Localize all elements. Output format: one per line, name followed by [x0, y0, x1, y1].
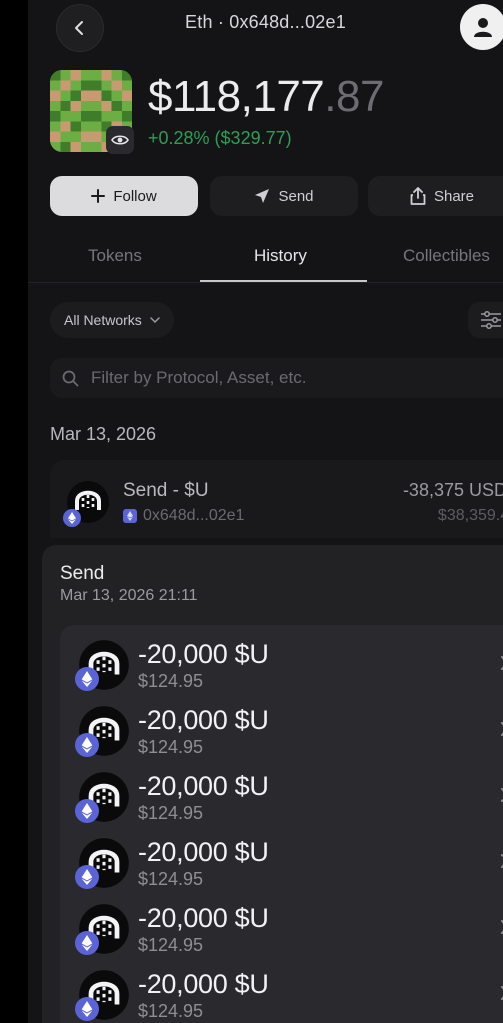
wallet-avatar: [50, 70, 134, 154]
share-icon: [410, 187, 426, 205]
chevron-down-icon: [150, 316, 160, 323]
network-filter-dropdown[interactable]: All Networks: [50, 302, 174, 338]
transaction-address-row: 0x648d...02e1: [123, 507, 244, 525]
transfer-usd-value: $124.95: [138, 671, 204, 691]
transfer-row[interactable]: -20,000 $U $124.95: [60, 691, 503, 757]
detail-datetime: Mar 13, 2026 21:11: [60, 587, 198, 604]
follow-label: Follow: [113, 187, 157, 205]
transfer-amount: -20,000 $U: [138, 837, 269, 867]
tab-collectibles[interactable]: Collectibles: [403, 246, 490, 266]
watch-badge: [106, 126, 134, 154]
token-icon: [75, 837, 130, 889]
tab-history[interactable]: History: [254, 246, 307, 266]
history-date-header: Mar 13, 2026: [50, 424, 157, 444]
transfer-amount: -20,000 $U: [138, 969, 269, 999]
ethereum-badge-icon: [75, 733, 99, 757]
profile-button[interactable]: [460, 4, 503, 50]
transfer-amount: -20,000 $U: [138, 903, 269, 933]
user-icon: [474, 18, 492, 37]
transfer-amount: -20,000 $U: [138, 705, 269, 735]
balance-main: $118,177: [148, 72, 325, 121]
ethereum-badge-icon: [75, 667, 99, 691]
detail-title: Send: [60, 563, 105, 584]
search-icon: [62, 370, 79, 386]
transfer-usd-value: $124.95: [138, 803, 204, 823]
transfer-amount: -20,000 $U: [138, 771, 269, 801]
transfer-usd-value: $124.95: [138, 1001, 204, 1021]
transfer-usd-value: $124.95: [138, 935, 204, 955]
transfer-row[interactable]: -20,000 $U $124.95: [60, 625, 503, 691]
transfer-amount: -20,000 $U: [138, 639, 269, 669]
transfer-row[interactable]: -20,000 $U $124.95: [60, 757, 503, 823]
plus-icon: [91, 189, 106, 203]
share-button[interactable]: Share: [368, 176, 503, 216]
token-icon: [63, 480, 110, 527]
transaction-address: 0x648d...02e1: [143, 507, 245, 524]
ethereum-badge-icon: [75, 997, 99, 1021]
ethereum-chain-icon: [123, 509, 137, 523]
transaction-title: Send - $U: [123, 480, 209, 501]
search-bar[interactable]: [50, 358, 503, 398]
token-icon: [75, 639, 130, 691]
ethereum-badge-icon: [75, 865, 99, 889]
token-icon: [75, 705, 130, 757]
transfer-row[interactable]: -20,000 $U $124.95: [60, 889, 503, 955]
token-icon: [75, 771, 130, 823]
send-icon: [255, 189, 270, 203]
search-input[interactable]: [89, 367, 503, 389]
send-label: Send: [278, 187, 314, 205]
network-filter-label: All Networks: [64, 312, 142, 328]
transaction-item[interactable]: Send - $U 0x648d...02e1 -38,375 USDT $38…: [50, 460, 503, 538]
transaction-detail-panel: Send Mar 13, 2026 21:11 -20,000 $U $124.…: [42, 545, 503, 1023]
ethereum-badge-icon: [75, 931, 99, 955]
wallet-app: Eth · 0x648d...02e1 $118,177.87 +0.28% (…: [28, 0, 503, 1023]
token-icon: [75, 969, 130, 1021]
transfer-row[interactable]: -20,000 $U $124.95: [60, 823, 503, 889]
wallet-title: Eth · 0x648d...02e1: [185, 12, 346, 32]
screen: Eth · 0x648d...02e1 $118,177.87 +0.28% (…: [0, 0, 503, 1023]
share-label: Share: [433, 187, 475, 205]
transfer-row[interactable]: -20,000 $U $124.95: [60, 955, 503, 1021]
balance-decimals: .87: [324, 72, 384, 121]
eye-icon: [111, 135, 129, 145]
transfer-usd-value: $124.95: [138, 737, 204, 757]
transfer-usd-value: $124.95: [138, 869, 204, 889]
token-icon: [75, 903, 130, 955]
ethereum-badge-icon: [75, 799, 99, 823]
transfer-list: -20,000 $U $124.95 -20,000 $U $124.95 -2…: [60, 625, 503, 1023]
ethereum-badge-icon: [63, 509, 81, 527]
transaction-amount: -38,375 USDT: [402, 480, 503, 500]
send-button[interactable]: Send: [210, 176, 358, 216]
total-balance: $118,177.87: [148, 72, 384, 122]
filter-settings-button[interactable]: [468, 302, 503, 338]
tab-tokens[interactable]: Tokens: [88, 246, 142, 266]
transaction-usd-value: $38,359.47: [437, 507, 503, 524]
follow-button[interactable]: Follow: [50, 176, 198, 216]
sliders-icon: [481, 311, 501, 329]
tab-divider: [28, 282, 503, 283]
balance-change: +0.28% ($329.77): [148, 128, 292, 148]
active-tab-indicator: [200, 280, 367, 282]
